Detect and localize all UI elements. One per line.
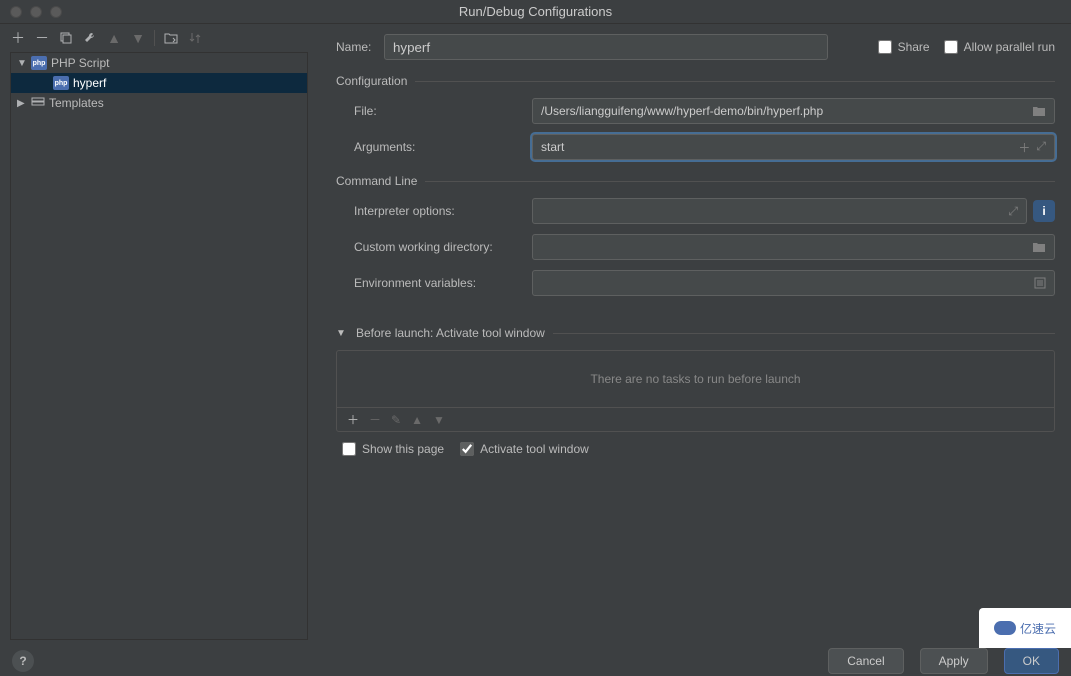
separator	[154, 30, 155, 46]
browse-folder-icon[interactable]	[1032, 241, 1046, 253]
activate-tool-checkbox[interactable]: Activate tool window	[460, 442, 589, 456]
before-launch-box: There are no tasks to run before launch …	[336, 350, 1055, 432]
apply-button[interactable]: Apply	[920, 648, 988, 674]
file-label: File:	[354, 104, 532, 118]
expand-icon[interactable]: ⤢	[1036, 139, 1046, 156]
up-icon: ▲	[104, 28, 124, 48]
tree-node-php-script[interactable]: ▼ php PHP Script	[11, 53, 307, 73]
parallel-checkbox[interactable]: Allow parallel run	[944, 40, 1055, 54]
section-commandline: Command Line	[336, 174, 1055, 188]
sidebar-toolbar: ＋ － ▲ ▼	[0, 24, 318, 52]
configurations-tree[interactable]: ▼ php PHP Script php hyperf ▶ Templates	[10, 52, 308, 640]
tree-label: PHP Script	[51, 56, 109, 70]
tree-label: Templates	[49, 96, 104, 110]
browse-folder-icon[interactable]	[1032, 105, 1046, 117]
window-title: Run/Debug Configurations	[459, 4, 612, 19]
down-icon: ▼	[128, 28, 148, 48]
templates-icon	[31, 97, 45, 109]
file-input[interactable]: /Users/liangguifeng/www/hyperf-demo/bin/…	[532, 98, 1055, 124]
help-icon[interactable]: ?	[12, 650, 34, 672]
section-before-launch[interactable]: ▼ Before launch: Activate tool window	[336, 326, 1055, 340]
name-label: Name:	[336, 40, 384, 54]
php-icon: php	[31, 56, 47, 70]
tree-node-hyperf[interactable]: php hyperf	[11, 73, 307, 93]
window-controls	[0, 6, 62, 18]
sort-icon	[185, 28, 205, 48]
remove-icon[interactable]: －	[32, 28, 52, 48]
tree-node-templates[interactable]: ▶ Templates	[11, 93, 307, 113]
ok-button[interactable]: OK	[1004, 648, 1059, 674]
main-panel: Name: Share Allow parallel run Configura…	[318, 24, 1071, 646]
arguments-input[interactable]: start ＋⤢	[532, 134, 1055, 160]
env-label: Environment variables:	[354, 276, 532, 290]
close-window-icon[interactable]	[10, 6, 22, 18]
php-icon: php	[53, 76, 69, 90]
edit-icon: ✎	[391, 413, 401, 427]
section-configuration: Configuration	[336, 74, 1055, 88]
cwd-input[interactable]	[532, 234, 1055, 260]
share-checkbox[interactable]: Share	[878, 40, 930, 54]
folder-move-icon[interactable]	[161, 28, 181, 48]
down-icon: ▼	[433, 413, 445, 427]
watermark: 亿速云	[979, 608, 1071, 648]
copy-icon[interactable]	[56, 28, 76, 48]
before-launch-empty: There are no tasks to run before launch	[337, 351, 1054, 407]
add-icon[interactable]: ＋	[347, 411, 359, 428]
cloud-icon	[994, 621, 1016, 635]
env-input[interactable]	[532, 270, 1055, 296]
list-icon[interactable]	[1034, 277, 1046, 289]
interpreter-input[interactable]: ⤢	[532, 198, 1027, 224]
info-icon[interactable]: i	[1033, 200, 1055, 222]
footer: ? Cancel Apply OK	[0, 646, 1071, 676]
expand-icon[interactable]: ⤢	[1008, 204, 1018, 219]
cancel-button[interactable]: Cancel	[828, 648, 903, 674]
zoom-window-icon[interactable]	[50, 6, 62, 18]
name-input[interactable]	[384, 34, 828, 60]
arguments-label: Arguments:	[354, 140, 532, 154]
tree-label: hyperf	[73, 76, 106, 90]
add-icon[interactable]: ＋	[8, 28, 28, 48]
cwd-label: Custom working directory:	[354, 240, 532, 254]
titlebar: Run/Debug Configurations	[0, 0, 1071, 24]
add-icon[interactable]: ＋	[1018, 139, 1030, 156]
minimize-window-icon[interactable]	[30, 6, 42, 18]
interpreter-label: Interpreter options:	[354, 204, 532, 218]
up-icon: ▲	[411, 413, 423, 427]
chevron-right-icon: ▶	[17, 98, 27, 109]
wrench-icon[interactable]	[80, 28, 100, 48]
chevron-down-icon: ▼	[336, 328, 348, 339]
remove-icon: －	[369, 411, 381, 428]
sidebar: ＋ － ▲ ▼ ▼ php PHP Script php hyperf ▶	[0, 24, 318, 646]
chevron-down-icon: ▼	[17, 58, 27, 69]
show-page-checkbox[interactable]: Show this page	[342, 442, 444, 456]
before-launch-toolbar: ＋ － ✎ ▲ ▼	[337, 407, 1054, 431]
